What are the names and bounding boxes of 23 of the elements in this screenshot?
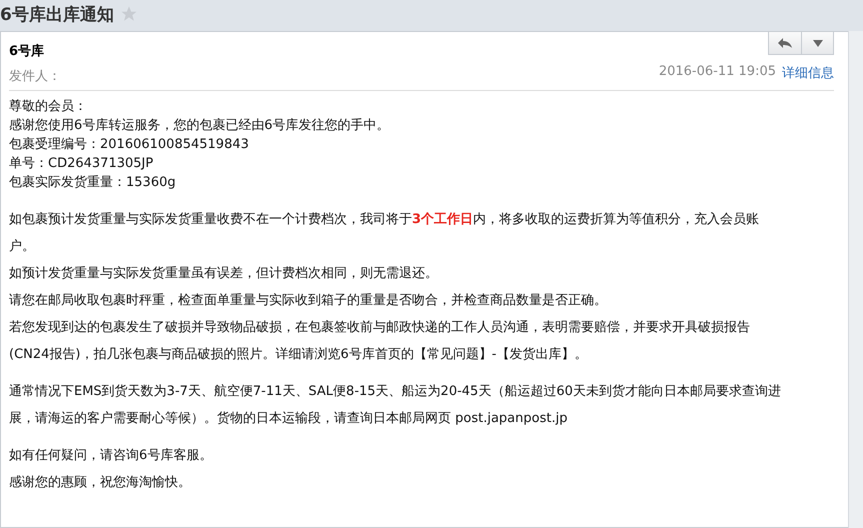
reply-icon [777,37,793,49]
scrollbar[interactable] [848,31,863,528]
body-paragraph: 如有任何疑问，请咨询6号库客服。 [9,447,214,465]
message-date: 2016-06-11 19:05 [658,64,776,81]
body-paragraph: 如包裹预计发货重量与实际发货重量收费不在一个计费档次，我司将于3个工作日 内，将多收取的运费折算为等值积分，充入会员账户。 [9,211,760,256]
caret-icon [812,40,822,46]
body-paragraph: 包裹实际发货重量：15360g [9,174,177,192]
body-paragraph: 感谢您的惠顾，祝您海淘愉快。 [9,474,192,492]
sender-line: 发件人： [9,68,61,85]
subject-title: 6号库出库通知 [0,4,114,26]
body-paragraph: 单号：CD264371305JP [9,155,154,173]
body-paragraph: 通常情况下EMS到货天数为3-7天、航空便7-11天、SAL便8-15天、船运为20-45天（船运超过60天未到货才能向日本邮局要求查询进展，请海运的客户需要耐心等候）。货物的日本运输段，请查询日本邮局网页 post.japanpost.jp [9,383,781,428]
sender-name: 6号库 [9,42,46,60]
body-paragraph: 若您发现到达的包裹发生了破损并导致物品破损，在包裹签收前与邮政快递的工作人员沟通，表明需要赔偿，并要求开具破损报告(CN24报告)，拍几张包裹与商品破损的照片。详细请浏览6号库首页的【常见问题】-【发货出库】。 [9,319,751,364]
body-paragraph: 请您在邮局收取包裹时秤重，检查面单重量与实际收到箱子的重量是否吻合，并检查商品数量是否正确。 [9,292,608,310]
body-paragraph: 包裹受理编号：201606100854519843 [9,136,250,154]
body-paragraph: 感谢您使用6号库转运服务，您的包裹已经由6号库发往您的手中。 [9,117,391,135]
reply-button[interactable] [769,32,801,54]
more-button[interactable] [801,32,833,54]
star-icon[interactable] [120,5,138,23]
details-link[interactable]: 详细信息 [782,64,834,82]
body-paragraph: 如预计发货重量与实际发货重量虽有误差，但计费档次相同，则无需退还。 [9,265,439,283]
body-paragraph: 尊敬的会员： [9,98,88,116]
